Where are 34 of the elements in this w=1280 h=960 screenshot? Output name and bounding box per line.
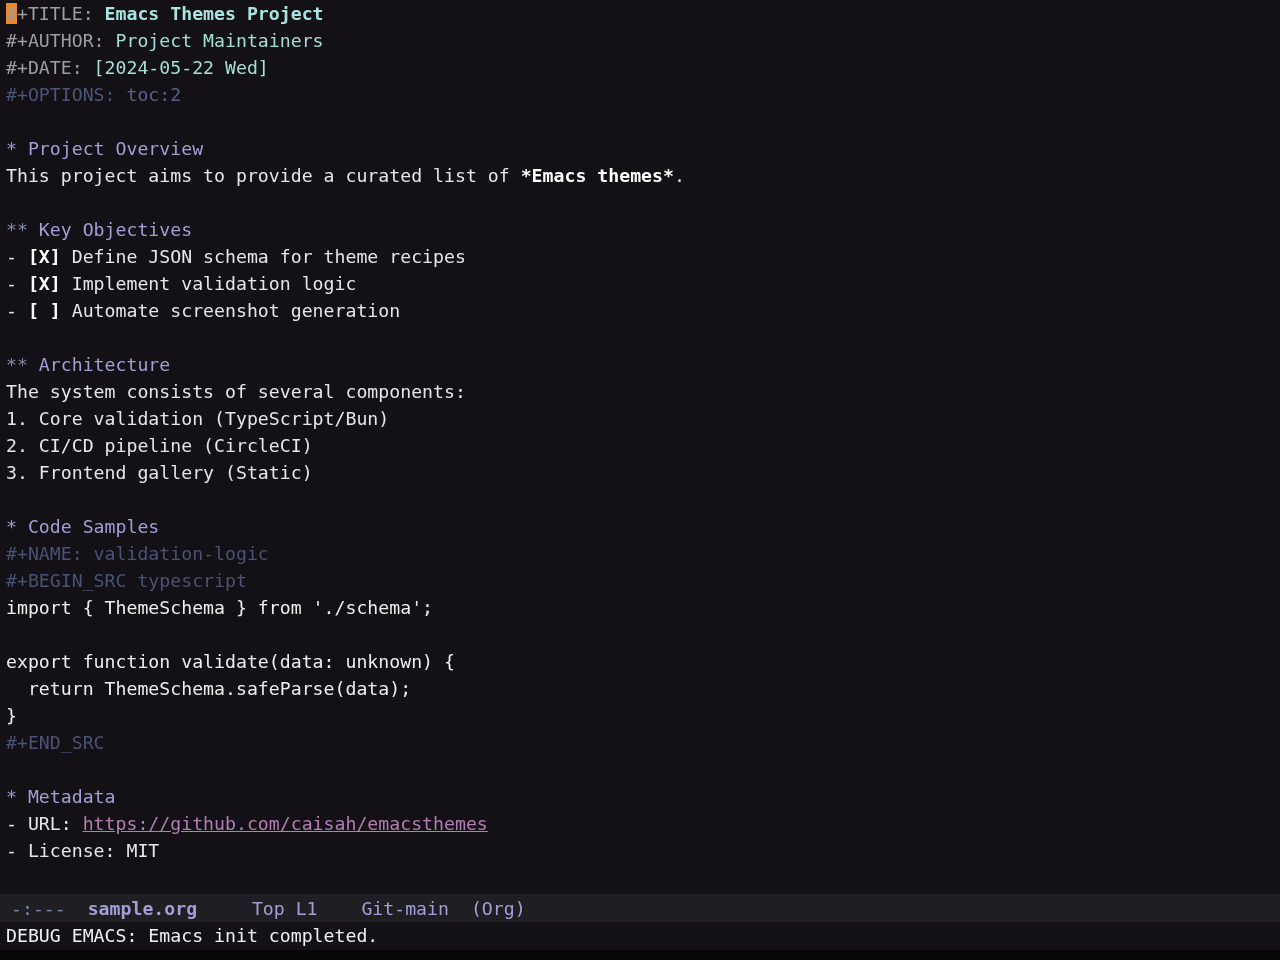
source-begin-line: #+BEGIN_SRC typescript	[6, 570, 247, 591]
section-heading: ** Architecture	[6, 353, 172, 377]
url-link[interactable]: https://github.com/caisah/emacsthemes	[82, 813, 488, 834]
checklist-item: - [X] Define JSON schema for theme recipes	[6, 246, 466, 267]
section-heading: * Code Samples	[6, 515, 161, 539]
field-label: - URL:	[6, 813, 72, 834]
keyword-value: toc:2	[126, 84, 182, 105]
keyword-value: [2024-05-22 Wed]	[93, 57, 269, 78]
keyword-value: Emacs Themes Project	[104, 3, 324, 24]
list-item: 2. CI/CD pipeline (CircleCI)	[6, 435, 313, 456]
checklist-item: - [ ] Automate screenshot generation	[6, 300, 401, 321]
keyword-value: Project Maintainers	[115, 30, 324, 51]
keyword-label: #+OPTIONS:	[6, 84, 116, 105]
checklist-item: - [X] Implement validation logic	[6, 273, 357, 294]
cursor-position[interactable]: Top L1	[251, 897, 318, 919]
section-heading: ** Key Objectives	[6, 218, 194, 242]
list-item: 3. Frontend gallery (Static)	[6, 462, 313, 483]
keyword-label: #+AUTHOR:	[6, 30, 105, 51]
paragraph: This project aims to provide a curated list of *Emacs themes*.	[6, 165, 685, 186]
field-value: MIT	[126, 840, 160, 861]
mode-line-status: -:---	[11, 897, 66, 919]
paragraph: The system consists of several components:	[6, 381, 466, 402]
echo-area-message: DEBUG EMACS: Emacs init completed.	[6, 925, 379, 946]
section-heading: * Project Overview	[6, 137, 205, 161]
source-name-line: #+NAME: validation-logic	[6, 543, 269, 564]
section-heading: * Metadata	[6, 785, 117, 809]
buffer-name[interactable]: sample.org	[87, 897, 198, 919]
keyword-label: #+DATE:	[6, 57, 83, 78]
list-item: 1. Core validation (TypeScript/Bun)	[6, 408, 390, 429]
major-mode[interactable]: (Org)	[470, 897, 526, 919]
source-end-line: #+END_SRC	[6, 732, 105, 753]
source-code: import { ThemeSchema } from './schema'; export function validate(data: unknown) { return ThemeSchema.safeParse(data); }	[6, 596, 455, 728]
git-branch[interactable]: Git-main	[361, 897, 449, 919]
field-label: - License:	[6, 840, 116, 861]
